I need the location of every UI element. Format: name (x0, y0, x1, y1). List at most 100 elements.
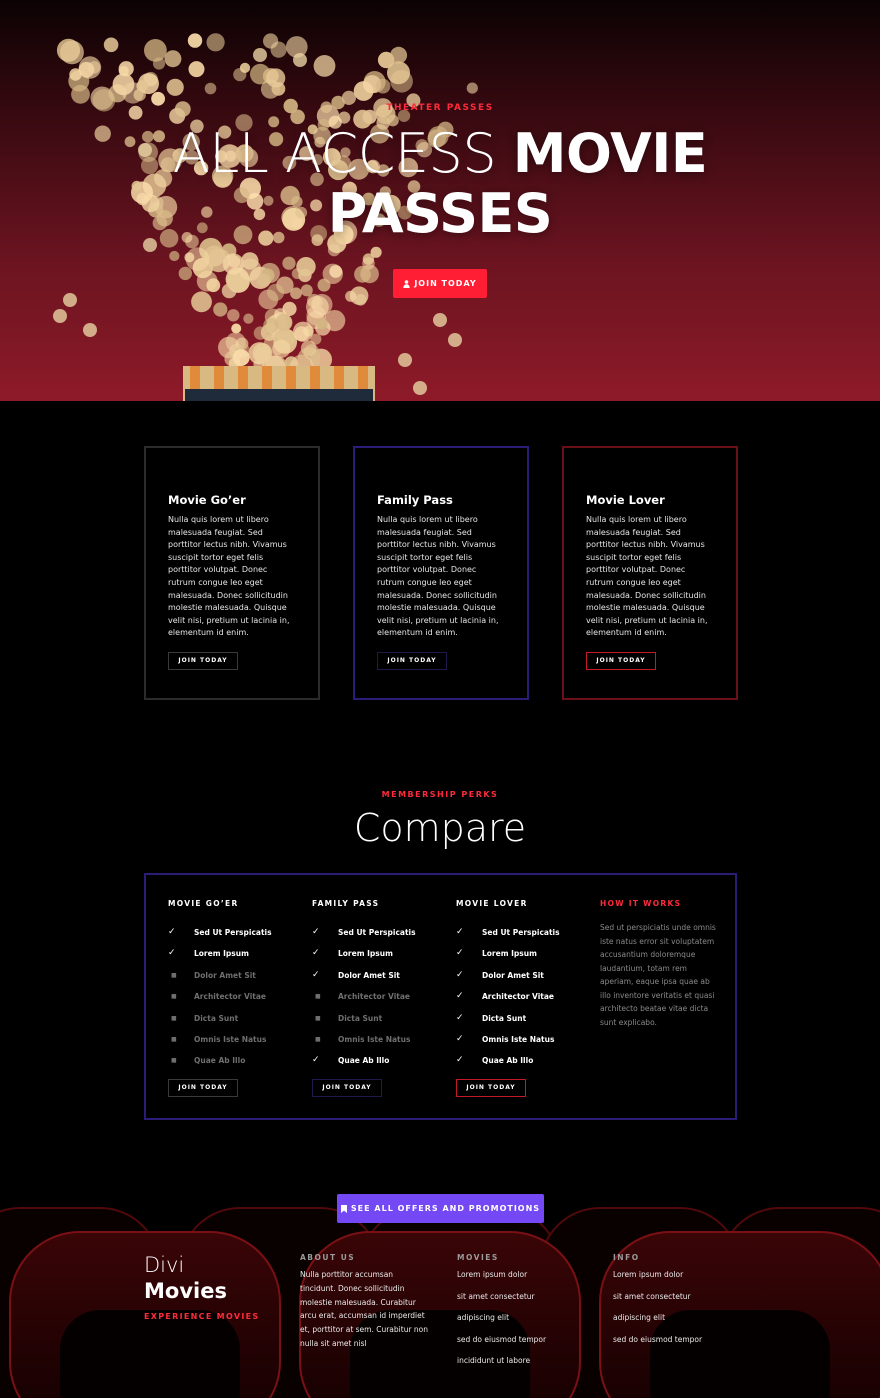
perk-label: Dolor Amet Sit (194, 970, 256, 980)
perk-label: Dicta Sunt (338, 1013, 383, 1023)
perk-label: Lorem Ipsum (194, 949, 249, 959)
perk-item: ■ Omnis Iste Natus (312, 1035, 452, 1056)
check-icon: ✓ (456, 927, 464, 937)
footer-info-title: INFO (613, 1253, 640, 1262)
perk-label: Architector Vitae (482, 992, 555, 1002)
perk-label: Omnis Iste Natus (194, 1034, 267, 1044)
footer-info-link[interactable]: sed do eiusmod tempor (613, 1335, 743, 1357)
square-bullet-icon: ■ (315, 1035, 321, 1043)
hero-section: THEATER PASSES ALL ACCESS MOVIE PASSES J… (0, 0, 880, 401)
card-join-button[interactable]: JOIN TODAY (377, 651, 447, 670)
hero-title: ALL ACCESS MOVIE PASSES (0, 124, 880, 244)
footer-about: ABOUT US Nulla porttitor accumsan tincid… (300, 1253, 430, 1351)
perk-label: Dicta Sunt (482, 1013, 527, 1023)
footer-about-body: Nulla porttitor accumsan tincidunt. Done… (300, 1270, 429, 1348)
check-icon: ✓ (168, 948, 176, 959)
perk-item: ✓ Sed Ut Perspicatis (456, 928, 596, 949)
perk-item: ✓ Dolor Amet Sit (456, 969, 596, 992)
check-icon: ✓ (312, 927, 320, 937)
card-join-button[interactable]: JOIN TODAY (586, 651, 656, 670)
how-title: HOW IT WORKS (600, 899, 682, 908)
bookmark-icon (340, 1204, 347, 1213)
check-icon: ✓ (168, 927, 176, 937)
pass-card-movie-lover: Movie Lover Nulla quis lorem ut libero m… (562, 446, 738, 700)
footer-about-title: ABOUT US (300, 1253, 356, 1262)
card-join-button[interactable]: JOIN TODAY (168, 651, 238, 670)
popcorn-bucket (183, 366, 375, 401)
compare-join-button[interactable]: JOIN TODAY (456, 1079, 526, 1097)
perk-item: ■ Dolor Amet Sit (168, 971, 308, 992)
compare-join-button[interactable]: JOIN TODAY (168, 1079, 238, 1097)
check-icon: ✓ (456, 969, 464, 980)
perk-item: ■ Dicta Sunt (168, 1014, 308, 1035)
perk-item: ✓ Dolor Amet Sit (312, 969, 452, 992)
perk-list: ✓ Sed Ut Perspicatis ✓ Lorem Ipsum ✓ Dolor Am… (312, 928, 452, 1078)
square-bullet-icon: ■ (315, 1014, 321, 1022)
footer-info: INFO Lorem ipsum dolor sit amet consecte… (613, 1253, 743, 1356)
footer-movies-link[interactable]: Lorem ipsum dolor (457, 1270, 587, 1292)
perk-item: ■ Omnis Iste Natus (168, 1035, 308, 1056)
perk-item: ■ Architector Vitae (168, 992, 308, 1013)
card-body: Nulla quis lorem ut libero malesuada feu… (168, 515, 290, 638)
perk-item: ✓ Lorem Ipsum (312, 949, 452, 970)
square-bullet-icon: ■ (171, 1035, 177, 1043)
brand-line-2: Movies (144, 1279, 227, 1303)
footer-info-link[interactable]: Lorem ipsum dolor (613, 1270, 743, 1292)
perk-label: Sed Ut Perspicatis (338, 928, 416, 937)
perk-label: Omnis Iste Natus (338, 1034, 411, 1044)
perk-label: Sed Ut Perspicatis (482, 928, 560, 937)
check-icon: ✓ (456, 1055, 464, 1066)
see-all-offers-label: SEE ALL OFFERS AND PROMOTIONS (350, 1204, 541, 1213)
perk-label: Architector Vitae (338, 992, 411, 1002)
footer-movies-link[interactable]: adipiscing elit (457, 1313, 587, 1335)
perk-label: Dicta Sunt (194, 1013, 239, 1023)
perk-label: Quae Ab Illo (338, 1056, 390, 1066)
hero-tag: THEATER PASSES (386, 103, 494, 113)
how-body: Sed ut perspiciatis unde omnis iste natu… (600, 923, 716, 1027)
user-icon (403, 279, 411, 288)
footer-movies-link[interactable]: incididunt ut labore (457, 1356, 587, 1378)
hero-join-button[interactable]: JOIN TODAY (393, 269, 487, 298)
compare-column-movie-lover: MOVIE LOVER ✓ Sed Ut Perspicatis ✓ Lorem Ip… (456, 899, 596, 1097)
see-all-offers-button[interactable]: SEE ALL OFFERS AND PROMOTIONS (337, 1194, 544, 1223)
compare-join-button[interactable]: JOIN TODAY (312, 1079, 382, 1097)
perk-label: Omnis Iste Natus (482, 1034, 555, 1044)
footer-movies-title: MOVIES (457, 1253, 499, 1262)
footer-movies-link[interactable]: sit amet consectetur (457, 1292, 587, 1314)
perk-label: Dolor Amet Sit (338, 970, 400, 980)
perk-label: Dolor Amet Sit (482, 970, 544, 980)
perk-item: ✓ Dicta Sunt (456, 1012, 596, 1035)
perk-item: ✓ Lorem Ipsum (168, 949, 308, 970)
brand-tagline: EXPERIENCE MOVIES (144, 1312, 260, 1321)
card-body: Nulla quis lorem ut libero malesuada feu… (377, 515, 499, 638)
compare-column-family-pass: FAMILY PASS ✓ Sed Ut Perspicatis ✓ Lorem Ip… (312, 899, 452, 1097)
perk-item: ✓ Sed Ut Perspicatis (312, 928, 452, 949)
how-it-works: HOW IT WORKS Sed ut perspiciatis unde om… (600, 899, 716, 1029)
hero-title-bold-2: PASSES (327, 182, 553, 245)
perk-item: ✓ Quae Ab Illo (456, 1056, 596, 1077)
perk-label: Lorem Ipsum (482, 949, 537, 959)
hero-title-bold-1: MOVIE (512, 122, 708, 185)
square-bullet-icon: ■ (171, 1057, 177, 1065)
perk-item: ✓ Architector Vitae (456, 992, 596, 1013)
perk-item: ✓ Quae Ab Illo (312, 1056, 452, 1077)
compare-title: Compare (353, 806, 527, 850)
perk-label: Sed Ut Perspicatis (194, 928, 272, 937)
square-bullet-icon: ■ (171, 971, 177, 979)
pass-card-movie-goer: Movie Go’er Nulla quis lorem ut libero m… (144, 446, 320, 700)
column-title: FAMILY PASS (312, 899, 380, 908)
footer-info-link[interactable]: adipiscing elit (613, 1313, 743, 1335)
check-icon: ✓ (456, 1012, 464, 1023)
footer-info-link[interactable]: sit amet consectetur (613, 1292, 743, 1314)
perk-item: ✓ Sed Ut Perspicatis (168, 928, 308, 949)
perk-list: ✓ Sed Ut Perspicatis ✓ Lorem Ipsum ■ Dolor Am… (168, 928, 308, 1078)
card-title: Movie Go’er (168, 493, 246, 507)
card-title: Movie Lover (586, 493, 665, 507)
check-icon: ✓ (312, 969, 320, 980)
perk-label: Quae Ab Illo (194, 1056, 246, 1066)
perk-label: Quae Ab Illo (482, 1056, 534, 1066)
check-icon: ✓ (456, 1033, 464, 1044)
column-title: MOVIE LOVER (456, 899, 528, 908)
perk-label: Architector Vitae (194, 992, 267, 1002)
footer-movies-link[interactable]: sed do eiusmod tempor (457, 1335, 587, 1357)
